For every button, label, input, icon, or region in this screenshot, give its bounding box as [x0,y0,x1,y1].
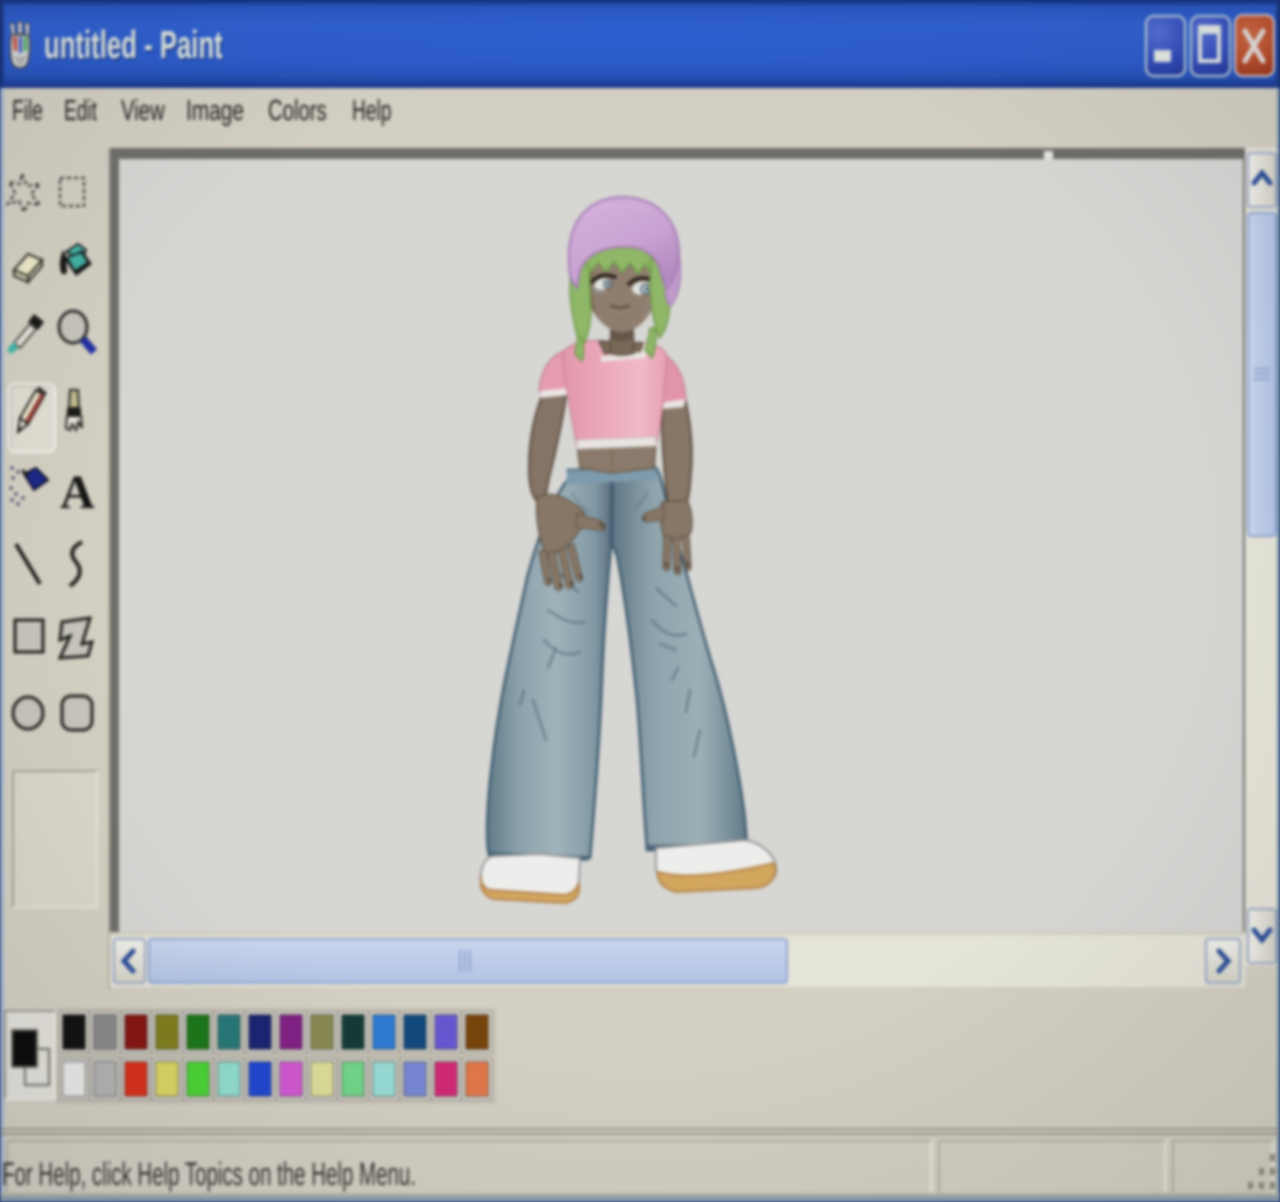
svg-text:A: A [60,466,95,519]
